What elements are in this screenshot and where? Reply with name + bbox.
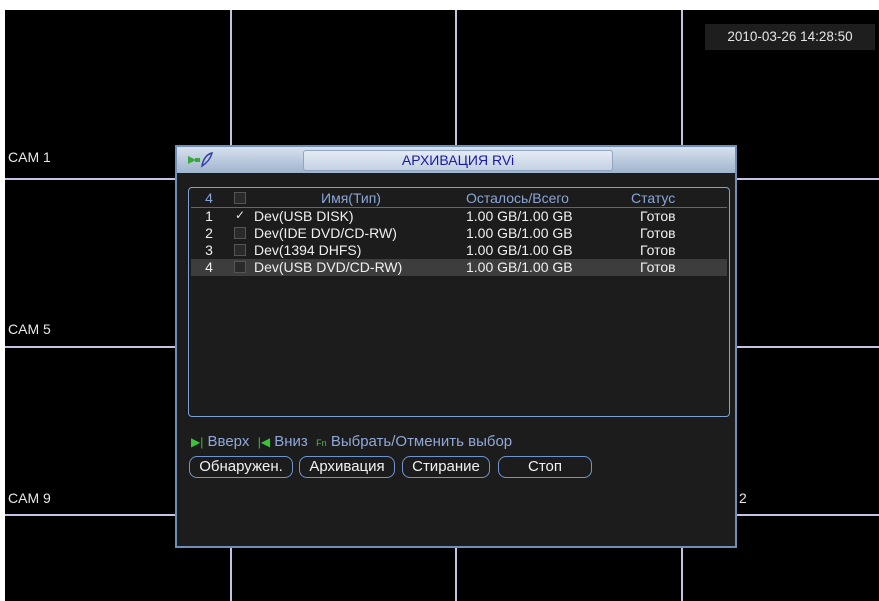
device-status: Готов <box>640 242 676 258</box>
up-key-icon: ▶| <box>191 435 204 449</box>
device-name: Dev(USB DISK) <box>254 208 354 224</box>
device-name: Dev(IDE DVD/CD-RW) <box>254 225 397 241</box>
device-status: Готов <box>640 225 676 241</box>
row-number: 1 <box>205 208 213 224</box>
device-list: 4 Имя(Тип) Осталось/Всего Статус 1 ✓ Dev… <box>188 187 730 417</box>
row-number: 4 <box>205 259 213 275</box>
cam-label-1: CAM 1 <box>8 149 51 165</box>
up-hint: Вверх <box>207 433 250 450</box>
select-hint: Выбрать/Отменить выбор <box>330 433 513 450</box>
fn-key-icon: Fn <box>316 438 327 448</box>
device-space: 1.00 GB/1.00 GB <box>466 208 573 224</box>
cam-label-9: CAM 9 <box>8 490 51 506</box>
table-row[interactable]: 1 ✓ Dev(USB DISK) 1.00 GB/1.00 GB Готов <box>191 208 727 225</box>
device-space: 1.00 GB/1.00 GB <box>466 242 573 258</box>
row-checkbox[interactable] <box>234 227 246 239</box>
select-all-checkbox[interactable] <box>234 192 246 204</box>
device-status: Готов <box>640 208 676 224</box>
dialog-titlebar: АРХИВАЦИЯ RVi <box>177 147 735 173</box>
down-key-icon: |◀ <box>257 435 271 449</box>
row-checkbox[interactable] <box>234 261 246 273</box>
erase-button[interactable]: Стирание <box>402 456 490 478</box>
device-count: 4 <box>205 190 213 206</box>
key-hints: ▶| Вверх |◀ Вниз Fn Выбрать/Отменить выб… <box>191 433 512 450</box>
table-row[interactable]: 4 Dev(USB DVD/CD-RW) 1.00 GB/1.00 GB Гот… <box>191 259 727 276</box>
device-name: Dev(1394 DHFS) <box>254 242 362 258</box>
header-space: Осталось/Всего <box>466 190 569 206</box>
table-row[interactable]: 2 Dev(IDE DVD/CD-RW) 1.00 GB/1.00 GB Гот… <box>191 225 727 242</box>
backup-logo-icon <box>188 151 214 168</box>
backup-button[interactable]: Архивация <box>299 456 395 478</box>
datetime-display: 2010-03-26 14:28:50 <box>705 24 875 50</box>
cam-label-5: CAM 5 <box>8 321 51 337</box>
row-number: 3 <box>205 242 213 258</box>
row-checkbox[interactable] <box>234 244 246 256</box>
device-space: 1.00 GB/1.00 GB <box>466 225 573 241</box>
stop-button[interactable]: Стоп <box>498 456 592 478</box>
device-status: Готов <box>640 259 676 275</box>
row-number: 2 <box>205 225 213 241</box>
down-hint: Вниз <box>274 433 308 450</box>
backup-dialog: АРХИВАЦИЯ RVi 4 Имя(Тип) Осталось/Всего … <box>175 145 737 548</box>
camera-grid-view: 2010-03-26 14:28:50 CAM 1 CAM 5 CAM 9 2 … <box>5 10 879 601</box>
dialog-title: АРХИВАЦИЯ RVi <box>303 150 613 171</box>
row-checkbox[interactable]: ✓ <box>234 209 246 222</box>
header-name: Имя(Тип) <box>321 190 381 206</box>
detect-button[interactable]: Обнаружен. <box>189 456 293 478</box>
device-space: 1.00 GB/1.00 GB <box>466 259 573 275</box>
table-row[interactable]: 3 Dev(1394 DHFS) 1.00 GB/1.00 GB Готов <box>191 242 727 259</box>
device-name: Dev(USB DVD/CD-RW) <box>254 259 403 275</box>
header-status: Статус <box>631 190 676 206</box>
table-header: 4 Имя(Тип) Осталось/Всего Статус <box>191 190 727 208</box>
cam-label-partial: 2 <box>739 490 747 506</box>
